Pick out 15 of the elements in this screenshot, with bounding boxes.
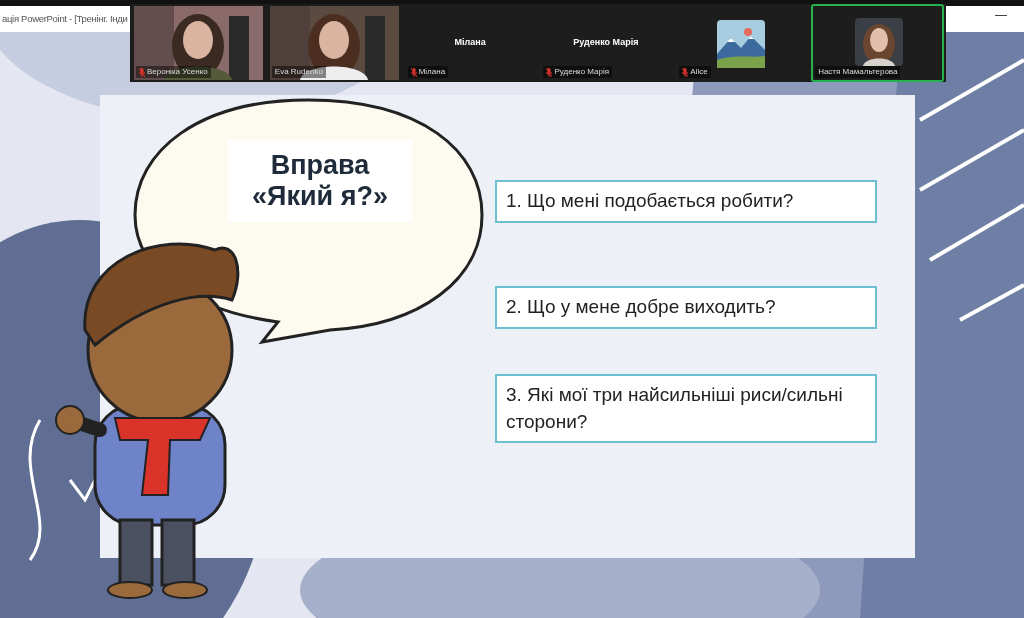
participant-label: Alice xyxy=(690,66,708,78)
question-box: 1. Що мені подобається робити? xyxy=(495,180,877,223)
participant-label: Вероніка Усенко xyxy=(147,66,208,78)
participant-tile[interactable]: Настя Мамальтерова xyxy=(811,4,944,82)
window-title: ація PowerPoint - [Тренінг. Інди xyxy=(1,11,128,26)
question-box: 3. Які мої три найсильніші риси/сильні сторони? xyxy=(495,374,877,444)
participant-label: Руденко Марія xyxy=(554,66,610,78)
participant-label: Мілана xyxy=(418,66,446,78)
question-box: 2. Що у мене добре виходить? xyxy=(495,286,877,329)
participant-name: Мілана xyxy=(453,36,487,49)
participant-label: Настя Мамальтерова xyxy=(818,66,898,78)
slide-title: «Який я?» xyxy=(252,181,388,213)
participant-name: Руденко Марія xyxy=(572,36,640,49)
slide-title: Вправа xyxy=(270,149,370,181)
participant-tile[interactable]: Вероніка Усенко xyxy=(132,4,265,82)
